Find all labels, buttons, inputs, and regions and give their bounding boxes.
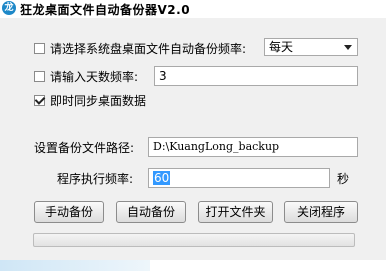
auto-backup-option[interactable]: 请选择系统盘桌面文件自动备份频率:	[34, 38, 246, 58]
backup-progress-bar	[33, 233, 355, 247]
open-folder-button[interactable]: 打开文件夹	[198, 201, 273, 223]
interval-label: 程序执行频率:	[57, 171, 134, 186]
sync-checkbox[interactable]	[34, 94, 45, 106]
sync-option[interactable]: 即时同步桌面数据	[34, 90, 146, 110]
days-checkbox[interactable]	[34, 70, 45, 82]
sync-label: 即时同步桌面数据	[50, 93, 147, 108]
days-label: 请输入天数频率:	[50, 69, 139, 84]
frequency-select-value: 每天	[269, 40, 294, 54]
app-logo-icon: 龙	[2, 1, 16, 15]
interval-input[interactable]: 60	[148, 168, 330, 188]
path-label: 设置备份文件路径:	[34, 140, 135, 155]
frequency-select[interactable]: 每天	[264, 38, 358, 56]
interval-label-row: 程序执行频率:	[57, 168, 133, 188]
auto-backup-label: 请选择系统盘桌面文件自动备份频率:	[50, 41, 247, 56]
close-program-button[interactable]: 关闭程序	[284, 201, 358, 223]
days-option[interactable]: 请输入天数频率:	[34, 66, 138, 86]
title-bar: 龙 狂龙桌面文件自动备份器V2.0	[0, 0, 386, 18]
interval-unit: 秒	[337, 171, 350, 186]
auto-backup-button[interactable]: 自动备份	[116, 201, 186, 223]
path-label-row: 设置备份文件路径:	[34, 137, 134, 157]
background-strip	[0, 260, 386, 271]
path-input[interactable]: D:\KuangLong_backup	[148, 137, 358, 157]
window-title: 狂龙桌面文件自动备份器V2.0	[20, 3, 191, 17]
days-input[interactable]: 3	[154, 66, 358, 86]
auto-backup-checkbox[interactable]	[34, 42, 45, 54]
chevron-down-icon[interactable]	[344, 45, 352, 50]
interval-unit-row: 秒	[337, 168, 349, 188]
interval-value: 60	[153, 171, 171, 185]
manual-backup-button[interactable]: 手动备份	[34, 201, 104, 223]
